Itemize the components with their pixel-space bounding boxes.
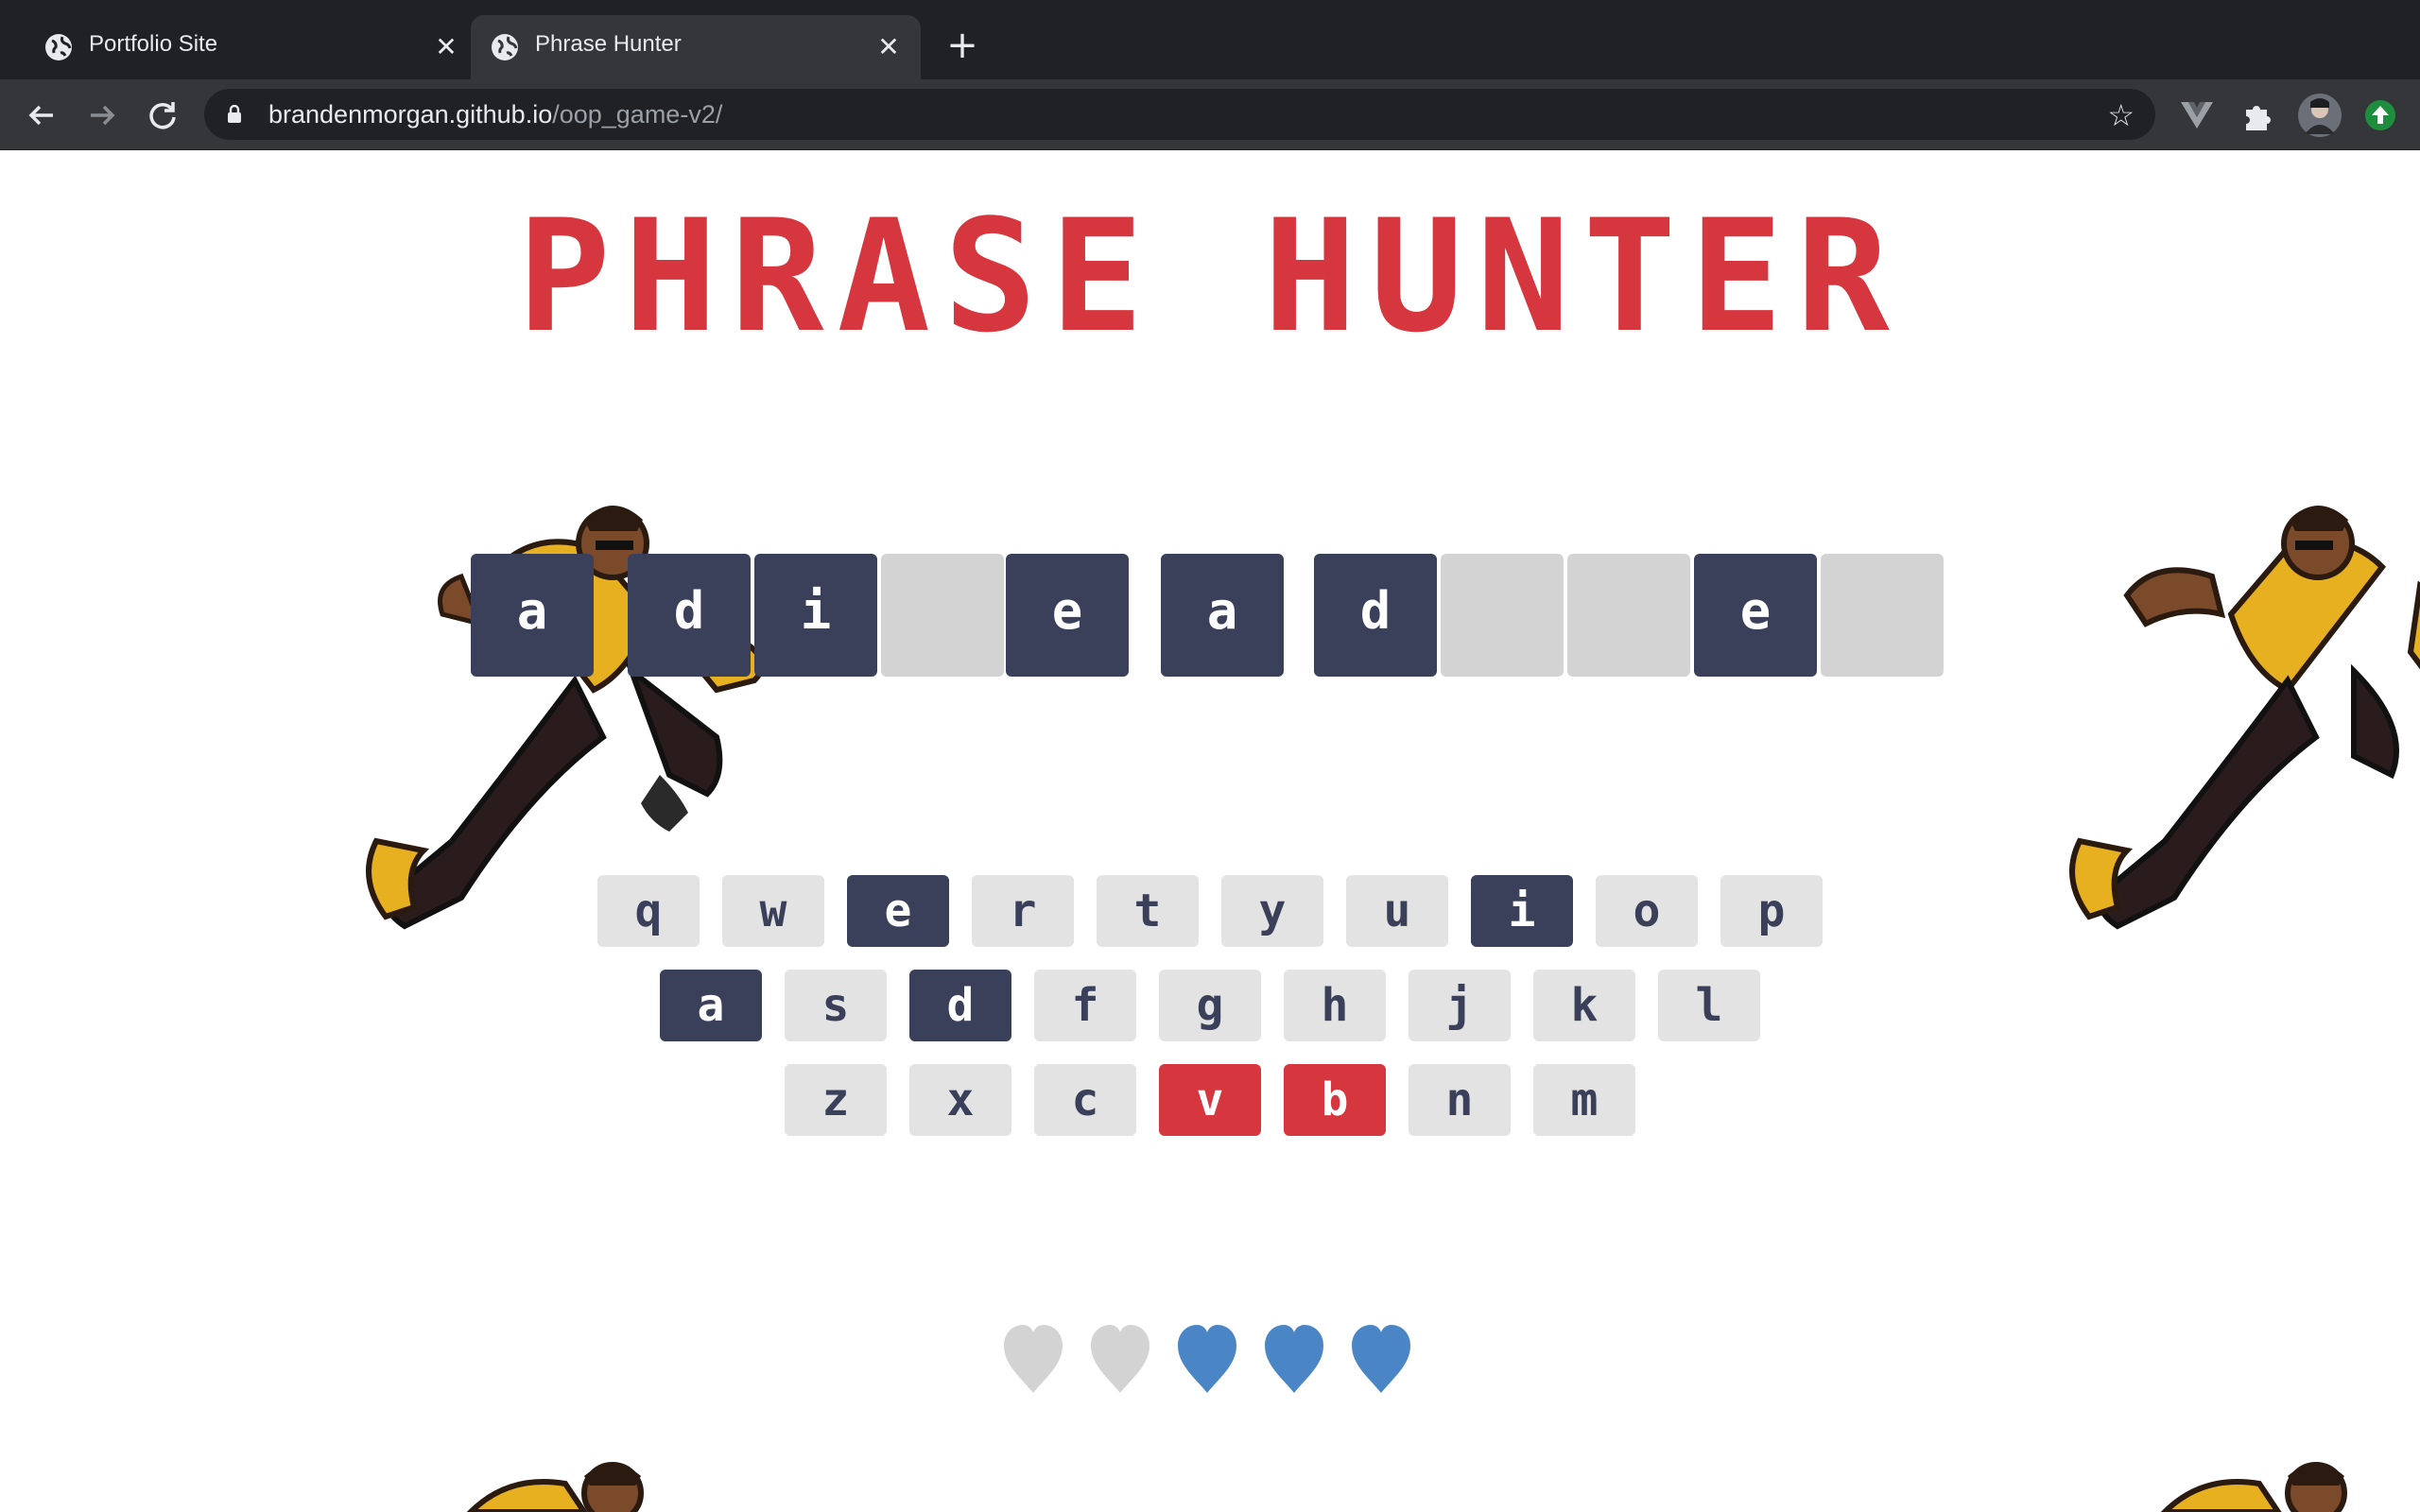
- heart-icon: [1352, 1325, 1410, 1393]
- key-u[interactable]: u: [1346, 875, 1448, 947]
- phrase-letter-tile: [881, 554, 1004, 677]
- key-z[interactable]: z: [785, 1064, 887, 1136]
- key-m[interactable]: m: [1533, 1064, 1635, 1136]
- key-d[interactable]: d: [909, 970, 1011, 1041]
- key-q[interactable]: q: [597, 875, 700, 947]
- browser-toolbar: brandenmorgan.github.io/oop_game-v2/ ☆: [0, 79, 2420, 150]
- reload-icon[interactable]: [144, 96, 182, 134]
- phrase-letter-tile: e: [1006, 554, 1129, 677]
- globe-icon: [45, 34, 72, 60]
- url-text: brandenmorgan.github.io/oop_game-v2/: [268, 100, 722, 129]
- phrase-letter-tile: d: [628, 554, 751, 677]
- phrase-letter-tile: e: [1694, 554, 1817, 677]
- star-icon[interactable]: ☆: [2107, 97, 2135, 133]
- key-e[interactable]: e: [847, 875, 949, 947]
- fighter-sprite-bottom-left: [466, 1462, 644, 1512]
- fighter-sprite-bottom-right: [2160, 1462, 2347, 1512]
- lock-icon[interactable]: [227, 105, 242, 124]
- key-r[interactable]: r: [972, 875, 1074, 947]
- tab-strip: Portfolio Site ✕ Phrase Hunter ✕ +: [0, 0, 2420, 79]
- phrase-letter-tile: a: [1161, 554, 1284, 677]
- key-i[interactable]: i: [1471, 875, 1573, 947]
- key-w[interactable]: w: [722, 875, 824, 947]
- phrase-letter-tile: [1567, 554, 1690, 677]
- key-t[interactable]: t: [1097, 875, 1199, 947]
- globe-icon: [492, 34, 518, 60]
- heart-icon: [1265, 1325, 1323, 1393]
- extensions-icon[interactable]: [2238, 96, 2276, 134]
- phrase-letter-tile: i: [754, 554, 877, 677]
- profile-avatar[interactable]: [2297, 93, 2342, 138]
- key-h[interactable]: h: [1284, 970, 1386, 1041]
- close-icon[interactable]: ✕: [429, 30, 463, 64]
- plus-icon[interactable]: +: [943, 26, 981, 64]
- tab-title: Portfolio Site: [89, 31, 218, 57]
- fighter-sprite-right: [2069, 506, 2420, 930]
- vue-devtools-icon[interactable]: [2178, 96, 2216, 134]
- key-x[interactable]: x: [909, 1064, 1011, 1136]
- lives-display: [1002, 1323, 1418, 1399]
- key-f[interactable]: f: [1034, 970, 1136, 1041]
- page-title: PHRASE HUNTER: [517, 186, 1903, 367]
- tab-phrase-hunter[interactable]: Phrase Hunter ✕: [471, 15, 921, 79]
- key-y[interactable]: y: [1221, 875, 1323, 947]
- lost-heart-icon: [1004, 1325, 1063, 1393]
- key-c[interactable]: c: [1034, 1064, 1136, 1136]
- url-host: brandenmorgan.github.io: [268, 100, 553, 129]
- heart-icon: [1178, 1325, 1236, 1393]
- phrase-letter-tile: [1441, 554, 1564, 677]
- update-icon[interactable]: [2363, 98, 2397, 132]
- key-g[interactable]: g: [1159, 970, 1261, 1041]
- tab-title: Phrase Hunter: [535, 31, 682, 57]
- address-bar[interactable]: brandenmorgan.github.io/oop_game-v2/ ☆: [204, 89, 2155, 140]
- key-n[interactable]: n: [1409, 1064, 1511, 1136]
- key-k[interactable]: k: [1533, 970, 1635, 1041]
- phrase-letter-tile: d: [1314, 554, 1437, 677]
- key-a[interactable]: a: [660, 970, 762, 1041]
- close-icon[interactable]: ✕: [872, 30, 906, 64]
- lost-heart-icon: [1091, 1325, 1150, 1393]
- key-l[interactable]: l: [1658, 970, 1760, 1041]
- key-s[interactable]: s: [785, 970, 887, 1041]
- url-path: /oop_game-v2/: [552, 100, 723, 129]
- phrase-letter-tile: [1821, 554, 1944, 677]
- forward-icon[interactable]: [83, 96, 121, 134]
- key-o[interactable]: o: [1596, 875, 1698, 947]
- key-b[interactable]: b: [1284, 1064, 1386, 1136]
- back-icon[interactable]: [23, 96, 60, 134]
- key-v[interactable]: v: [1159, 1064, 1261, 1136]
- tab-portfolio-site[interactable]: Portfolio Site ✕: [8, 15, 465, 79]
- phrase-letter-tile: a: [471, 554, 594, 677]
- key-p[interactable]: p: [1720, 875, 1823, 947]
- key-j[interactable]: j: [1409, 970, 1511, 1041]
